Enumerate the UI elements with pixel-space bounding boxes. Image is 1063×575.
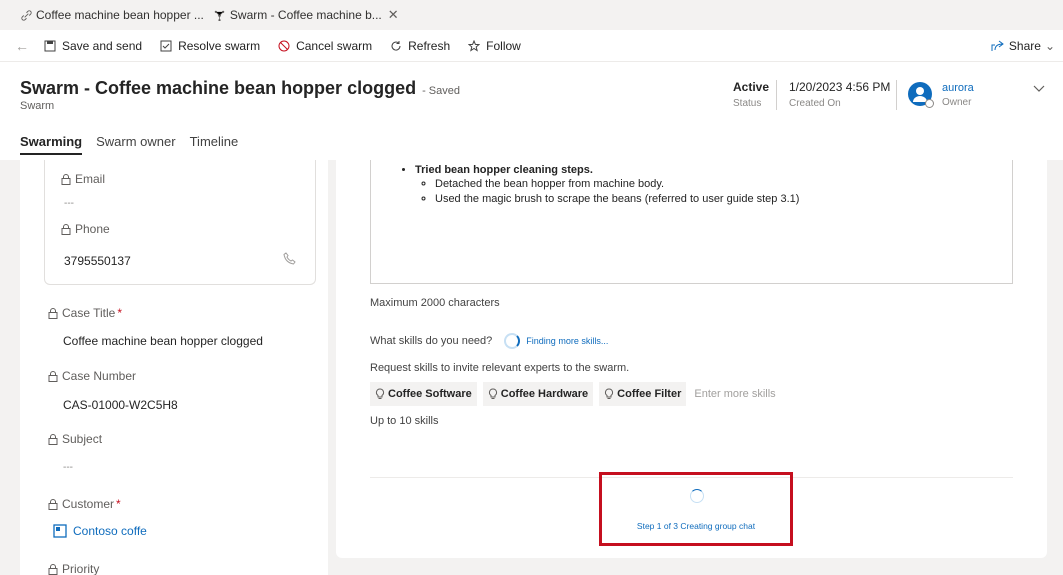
skills-help-text: Request skills to invite relevant expert… [370, 362, 630, 374]
list-item: Detached the bean hopper from machine bo… [435, 178, 799, 190]
header-divider [896, 80, 897, 110]
lock-icon [48, 433, 58, 445]
tab-swarm-owner[interactable]: Swarm owner [96, 134, 175, 155]
form-tabs: Swarming Swarm owner Timeline [20, 134, 252, 155]
lock-icon [48, 563, 58, 575]
swarm-form-panel: Tried bean hopper cleaning steps. Detach… [336, 160, 1047, 558]
customer-link[interactable]: Contoso coffe [53, 524, 147, 538]
skill-chip[interactable]: Coffee Hardware [482, 382, 594, 406]
skill-chip[interactable]: Coffee Software [370, 382, 477, 406]
presence-icon [925, 99, 934, 108]
created-on-field: 1/20/2023 4:56 PM Created On [789, 80, 891, 109]
page-title: Swarm - Coffee machine bean hopper clogg… [20, 78, 417, 98]
cancel-swarm-button[interactable]: Cancel swarm [278, 39, 372, 53]
command-bar: ← Save and send Resolve swarm Cancel swa… [0, 30, 1063, 62]
avatar[interactable] [908, 82, 934, 108]
progress-highlight-box: Step 1 of 3 Creating group chat [599, 472, 793, 546]
star-icon [468, 39, 481, 52]
case-title-label: Case Title * [48, 306, 122, 320]
phone-value: 3795550137 [64, 254, 131, 268]
checkbox-icon [160, 40, 172, 51]
refresh-icon [391, 40, 401, 51]
save-icon [44, 40, 56, 51]
lock-icon [61, 223, 71, 235]
lock-icon [48, 307, 58, 319]
email-value: --- [64, 198, 74, 209]
chevron-down-icon: ⌄ [1044, 39, 1055, 53]
record-header: Swarm - Coffee machine bean hopper clogg… [0, 62, 1063, 160]
notes-list: Tried bean hopper cleaning steps. Detach… [415, 164, 799, 208]
back-arrow-icon[interactable]: ← [8, 38, 36, 54]
share-icon [991, 40, 1004, 51]
header-divider [776, 80, 777, 110]
owner-link[interactable]: aurora [942, 82, 974, 94]
skills-input[interactable]: Enter more skills [694, 388, 775, 400]
tab-case[interactable]: Coffee machine bean hopper ... [20, 8, 204, 22]
finding-skills-status: Finding more skills... [526, 336, 609, 346]
lock-icon [48, 370, 58, 382]
phone-icon[interactable] [283, 252, 296, 268]
case-details-panel: Email --- Phone 3795550137 Case Title * C… [20, 160, 328, 575]
case-number-label: Case Number [48, 369, 136, 383]
entity-name: Swarm [20, 100, 55, 112]
lock-icon [61, 173, 71, 185]
tab-label: Swarm - Coffee machine b... [229, 8, 382, 22]
skills-limit-text: Up to 10 skills [370, 415, 439, 427]
subject-label: Subject [48, 432, 102, 446]
skills-question: What skills do you need? Finding more sk… [370, 333, 609, 349]
loading-spinner-icon [690, 489, 704, 503]
saved-status: - Saved [422, 85, 460, 97]
share-button[interactable]: Share ⌄ [991, 30, 1055, 62]
tab-swarming[interactable]: Swarming [20, 134, 83, 155]
skill-chip[interactable]: Coffee Filter [599, 382, 687, 406]
status-field: Active Status [733, 80, 770, 109]
swarm-icon [214, 9, 226, 21]
owner-label: Owner [942, 97, 972, 108]
priority-label: Priority [48, 562, 99, 575]
list-item: Tried bean hopper cleaning steps. Detach… [415, 164, 799, 205]
resolve-swarm-button[interactable]: Resolve swarm [160, 39, 260, 53]
customer-label: Customer * [48, 497, 121, 511]
tab-swarm[interactable]: Swarm - Coffee machine b... ✕ [214, 7, 399, 23]
loading-spinner-icon [504, 333, 521, 349]
case-number-value: CAS-01000-W2C5H8 [63, 398, 178, 412]
list-item: Used the magic brush to scrape the beans… [435, 193, 799, 205]
subject-value: --- [63, 462, 73, 473]
save-and-send-button[interactable]: Save and send [44, 39, 142, 53]
character-limit-text: Maximum 2000 characters [370, 297, 500, 309]
tab-label: Coffee machine bean hopper ... [36, 8, 204, 22]
close-icon[interactable]: ✕ [388, 7, 399, 23]
phone-label: Phone [61, 222, 110, 236]
lock-icon [48, 498, 58, 510]
chevron-down-icon[interactable] [1033, 82, 1045, 96]
lightbulb-icon [488, 388, 497, 399]
progress-step-text: Step 1 of 3 Creating group chat [636, 521, 756, 531]
account-icon [53, 524, 67, 538]
tab-strip: Coffee machine bean hopper ... Swarm - C… [0, 0, 1063, 30]
tab-timeline[interactable]: Timeline [190, 134, 239, 155]
case-title-value: Coffee machine bean hopper clogged [63, 334, 263, 348]
link-icon [20, 9, 32, 21]
email-label: Email [61, 172, 105, 186]
contact-card: Email --- Phone 3795550137 [44, 160, 316, 285]
follow-button[interactable]: Follow [468, 39, 521, 53]
cancel-icon [278, 40, 290, 51]
skills-picker: Coffee Software Coffee Hardware Coffee F… [370, 382, 776, 406]
lightbulb-icon [375, 388, 385, 399]
refresh-button[interactable]: Refresh [390, 39, 450, 53]
lightbulb-icon [605, 388, 614, 399]
problem-description-editor[interactable]: Tried bean hopper cleaning steps. Detach… [370, 160, 1013, 284]
